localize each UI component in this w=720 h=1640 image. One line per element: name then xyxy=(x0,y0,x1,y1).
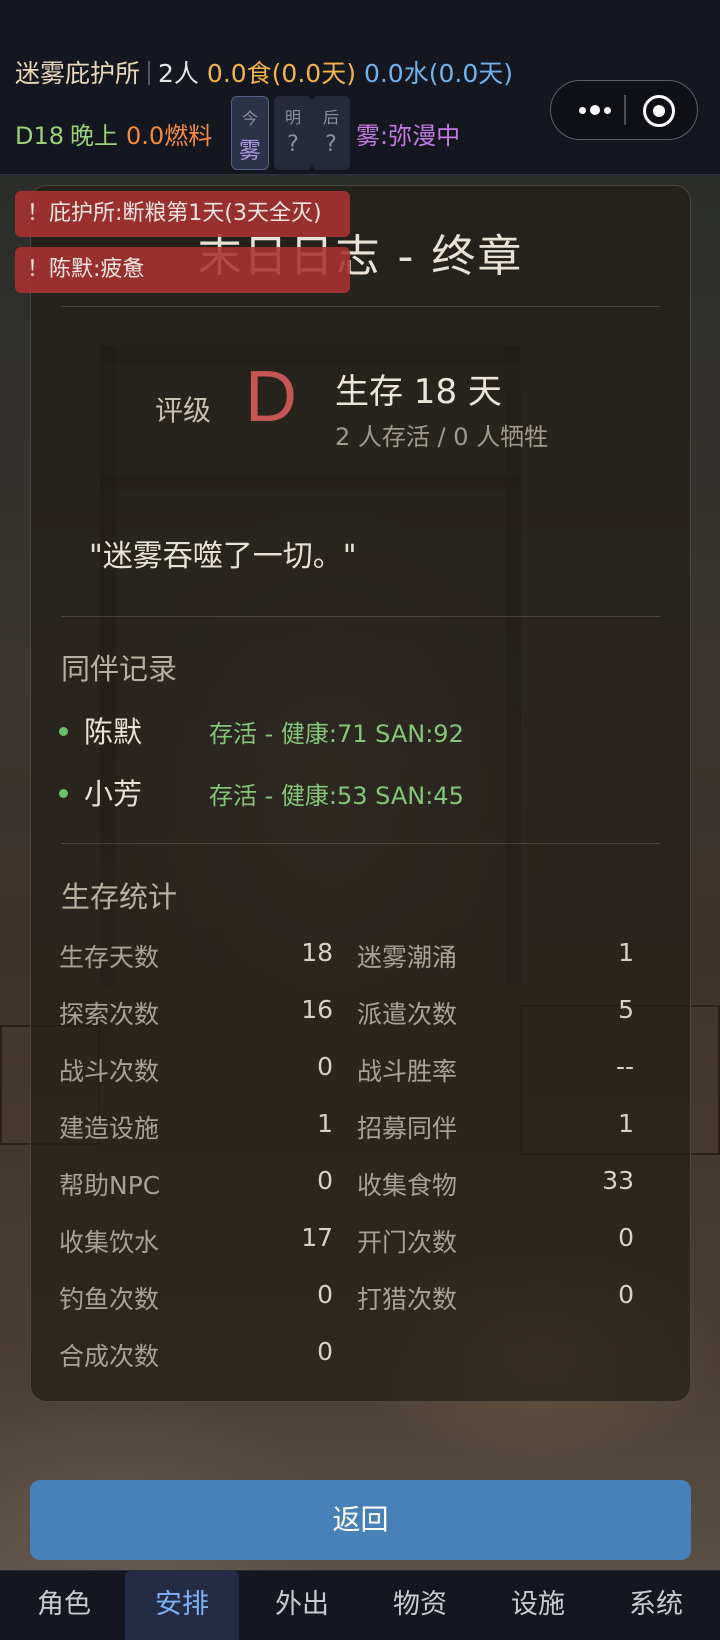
companion-status: 存活 - 健康:53 SAN:45 xyxy=(209,782,464,810)
fuel-stock: 0.0燃料 xyxy=(126,122,213,150)
alert-toast[interactable]: ！陈默:疲惫 xyxy=(15,247,350,293)
stat-label: 帮助NPC xyxy=(59,1171,161,1200)
tab-outing[interactable]: 外出 xyxy=(245,1571,359,1640)
fog-forecast-value: ? xyxy=(287,132,299,157)
companion-item: 小芳 xyxy=(59,771,142,813)
close-miniprogram-icon[interactable] xyxy=(643,95,675,127)
grade-label: 评级 xyxy=(155,394,212,427)
stats-title: 生存统计 xyxy=(61,880,178,914)
fog-state: 雾:弥漫中 xyxy=(356,122,461,150)
mini-program-capsule xyxy=(550,80,698,140)
survival-days: 生存 18 天 xyxy=(335,372,502,412)
status-bar: 迷雾庇护所 2人 0.0食(0.0天) 0.0水(0.0天) D18 晚上 0.0燃料 今… xyxy=(0,0,720,175)
stat-label: 收集食物 xyxy=(357,1171,458,1200)
stat-label: 战斗次数 xyxy=(59,1057,160,1086)
stat-value: 18 xyxy=(301,938,333,967)
stat-value: 1 xyxy=(618,1109,634,1138)
stat-value: 1 xyxy=(618,938,634,967)
divider xyxy=(61,306,660,307)
tab-character[interactable]: 角色 xyxy=(7,1571,121,1640)
back-button[interactable]: 返回 xyxy=(30,1480,691,1560)
time-of-day: 晚上 xyxy=(70,122,119,150)
fog-forecast-label: 后 xyxy=(322,108,339,127)
food-stock: 0.0食(0.0天) xyxy=(206,59,356,88)
fog-forecast-value: ? xyxy=(325,132,337,157)
companion-item: 陈默 xyxy=(59,709,142,751)
stat-value: 0 xyxy=(618,1223,634,1252)
day-counter: D18 xyxy=(15,122,65,150)
stat-value: 16 xyxy=(301,995,333,1024)
stat-label: 打猎次数 xyxy=(357,1285,458,1314)
status-dot-icon xyxy=(59,789,68,798)
stat-label: 生存天数 xyxy=(59,943,160,972)
stat-value: 5 xyxy=(618,995,634,1024)
grade-value: D xyxy=(245,357,297,437)
fog-forecast-value: 雾 xyxy=(238,139,261,164)
fog-forecast-label: 今 xyxy=(241,109,258,128)
tab-supplies[interactable]: 物资 xyxy=(363,1571,477,1640)
tab-facilities[interactable]: 设施 xyxy=(481,1571,595,1640)
stat-label: 钓鱼次数 xyxy=(59,1285,160,1314)
alert-toast[interactable]: ！庇护所:断粮第1天(3天全灭) xyxy=(15,191,350,237)
fog-forecast-day-after: 后 ? xyxy=(312,96,350,170)
stat-label: 建造设施 xyxy=(59,1114,160,1143)
stat-value: 1 xyxy=(317,1109,333,1138)
divider xyxy=(61,843,660,844)
stat-label: 派遣次数 xyxy=(357,1000,458,1029)
water-stock: 0.0水(0.0天) xyxy=(363,59,513,88)
tab-system[interactable]: 系统 xyxy=(599,1571,713,1640)
stat-label: 迷雾潮涌 xyxy=(357,943,458,972)
stat-value: 0 xyxy=(317,1280,333,1309)
bottom-tab-bar: 角色 安排 外出 物资 设施 系统 xyxy=(0,1570,720,1640)
companions-title: 同伴记录 xyxy=(61,652,178,686)
status-dot-icon xyxy=(59,727,68,736)
stat-label: 战斗胜率 xyxy=(357,1057,458,1086)
people-count: 2人 xyxy=(158,59,199,88)
companion-status: 存活 - 健康:71 SAN:92 xyxy=(209,720,464,748)
tab-arrange[interactable]: 安排 xyxy=(125,1571,239,1640)
status-row-resources: 迷雾庇护所 2人 0.0食(0.0天) 0.0水(0.0天) xyxy=(15,54,513,90)
shelter-name: 迷雾庇护所 xyxy=(15,59,141,88)
divider xyxy=(61,616,660,617)
stat-label: 探索次数 xyxy=(59,1000,160,1029)
survivor-summary: 2 人存活 / 0 人牺牲 xyxy=(335,423,549,451)
stat-label: 收集饮水 xyxy=(59,1228,160,1257)
companion-name: 陈默 xyxy=(84,715,143,749)
fog-forecast-tomorrow: 明 ? xyxy=(274,96,312,170)
status-row-time: D18 晚上 0.0燃料 xyxy=(15,116,212,151)
stat-value: 0 xyxy=(317,1337,333,1366)
stat-value: 0 xyxy=(618,1280,634,1309)
companion-name: 小芳 xyxy=(84,777,143,811)
ending-quote: "迷雾吞噬了一切。" xyxy=(89,539,357,574)
divider xyxy=(148,61,151,85)
stat-value: 17 xyxy=(301,1223,333,1252)
stat-label: 开门次数 xyxy=(357,1228,458,1257)
fog-forecast-label: 明 xyxy=(284,108,301,127)
capsule-divider xyxy=(624,95,626,125)
stat-value: 0 xyxy=(317,1166,333,1195)
stat-value: -- xyxy=(615,1052,634,1081)
final-log-panel: 末日日志 - 终章 评级 D 生存 18 天 2 人存活 / 0 人牺牲 "迷雾… xyxy=(30,185,691,1402)
stat-label: 合成次数 xyxy=(59,1342,160,1371)
stat-label: 招募同伴 xyxy=(357,1114,458,1143)
fog-forecast-today: 今 雾 xyxy=(231,96,269,170)
stat-value: 0 xyxy=(317,1052,333,1081)
stat-value: 33 xyxy=(602,1166,634,1195)
